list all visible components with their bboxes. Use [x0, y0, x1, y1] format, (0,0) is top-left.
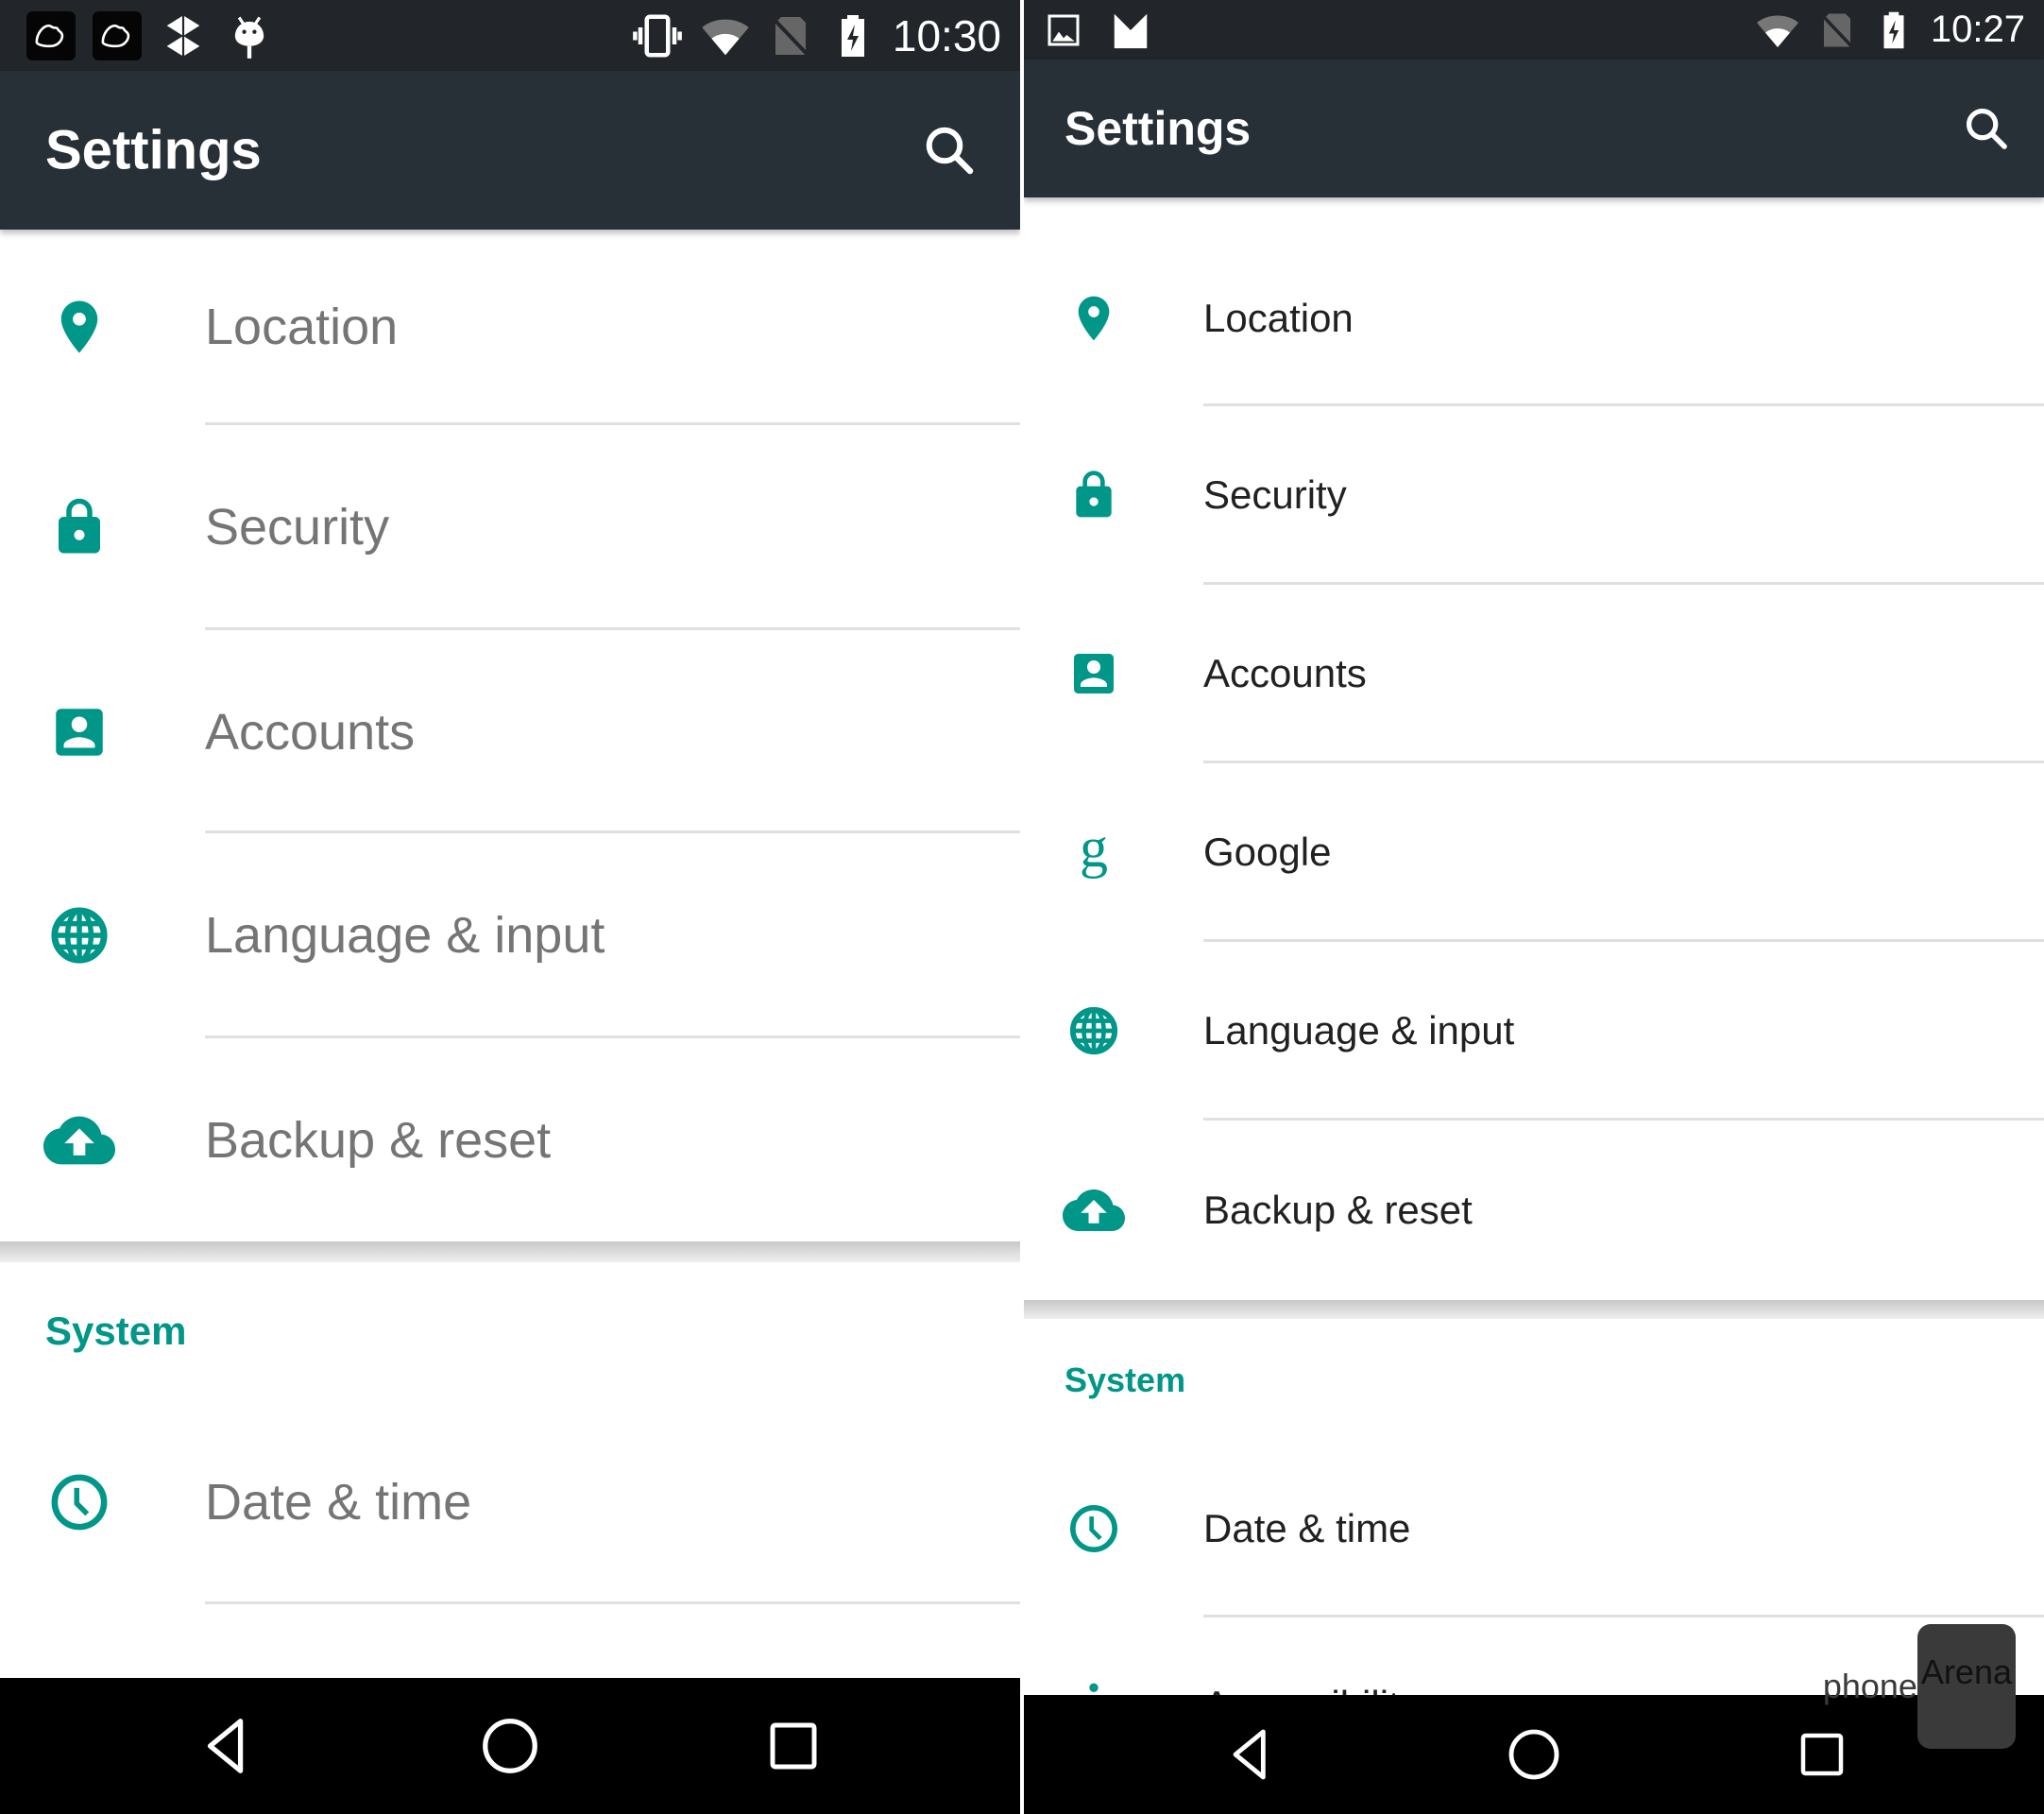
- location-pin-icon: [1067, 292, 1120, 345]
- wifi-icon: [700, 10, 751, 61]
- settings-item-language[interactable]: Language & input: [1024, 942, 2044, 1119]
- item-label: Security: [205, 498, 390, 556]
- battery-charging-icon: [1874, 9, 1914, 51]
- settings-item-backup[interactable]: Backup & reset: [0, 1038, 1020, 1241]
- cloud-upload-icon: [43, 1104, 115, 1176]
- status-bar: 10:27: [1024, 0, 2044, 60]
- page-title: Settings: [45, 119, 262, 181]
- back-icon[interactable]: [1220, 1724, 1281, 1785]
- vibrate-icon: [632, 10, 683, 61]
- settings-item-backup[interactable]: Backup & reset: [1024, 1121, 2044, 1300]
- battery-charging-icon: [830, 12, 876, 60]
- settings-item-location[interactable]: Location: [1024, 231, 2044, 404]
- lock-icon: [48, 496, 111, 558]
- settings-item-security[interactable]: Security: [0, 425, 1020, 628]
- watermark-phone: phone: [1822, 1667, 1917, 1705]
- globe-icon: [48, 904, 111, 967]
- gallery-icon: [1045, 11, 1082, 49]
- cloud-upload-icon: [1063, 1179, 1125, 1241]
- left-phone-screen: 10:30 Settings Location Security Account…: [0, 0, 1020, 1814]
- status-bar: 10:30: [0, 0, 1020, 71]
- android-debug-icon: [225, 11, 274, 60]
- section-separator: [1024, 1300, 2044, 1319]
- settings-item-accounts[interactable]: Accounts: [0, 630, 1020, 833]
- settings-item-security[interactable]: Security: [1024, 406, 2044, 583]
- home-icon[interactable]: [477, 1713, 543, 1779]
- app-bar: Settings: [0, 71, 1020, 230]
- back-icon[interactable]: [194, 1713, 260, 1779]
- search-icon[interactable]: [1962, 104, 2011, 153]
- settings-item-language[interactable]: Language & input: [0, 833, 1020, 1036]
- divider: [205, 1601, 1020, 1604]
- item-label: Accounts: [1203, 650, 1367, 695]
- cloud-app-icon: [93, 11, 142, 60]
- section-header-system: System: [1065, 1360, 1186, 1399]
- gmail-icon: [1109, 9, 1152, 52]
- item-label: Language & input: [1203, 1007, 1515, 1052]
- item-label: Location: [1203, 295, 1354, 340]
- clock-icon: [1067, 1502, 1120, 1555]
- settings-item-google[interactable]: Google: [1024, 763, 2044, 940]
- location-pin-icon: [48, 296, 111, 358]
- status-time: 10:27: [1930, 9, 2025, 50]
- item-label: Language & input: [205, 906, 605, 964]
- no-sim-icon: [1817, 10, 1857, 50]
- item-label: Date & time: [205, 1474, 472, 1531]
- item-label: Google: [1203, 829, 1332, 874]
- account-box-icon: [1067, 647, 1120, 700]
- google-g-icon: [1065, 819, 1122, 885]
- settings-item-location[interactable]: Location: [0, 230, 1020, 423]
- wifi-icon: [1755, 8, 1800, 53]
- navigation-bar: phone Arena: [1024, 1624, 2044, 1814]
- page-title: Settings: [1065, 102, 1252, 155]
- watermark-arena: Arena: [1916, 1624, 2016, 1749]
- dropbox-icon: [159, 11, 208, 60]
- item-label: Backup & reset: [205, 1111, 552, 1169]
- settings-item-date-time[interactable]: Date & time: [0, 1403, 1020, 1601]
- settings-item-date-time[interactable]: Date & time: [1024, 1441, 2044, 1616]
- phonearena-watermark: phone Arena: [1823, 1597, 2016, 1776]
- status-time: 10:30: [892, 10, 1001, 60]
- recents-icon[interactable]: [762, 1715, 825, 1777]
- item-label: Date & time: [1203, 1505, 1411, 1550]
- item-label: Location: [205, 298, 399, 355]
- item-label: Backup & reset: [1203, 1188, 1473, 1232]
- app-bar: Settings: [1024, 60, 2044, 197]
- home-icon[interactable]: [1504, 1724, 1564, 1785]
- lock-icon: [1067, 469, 1120, 522]
- section-separator: [0, 1241, 1020, 1262]
- globe-icon: [1067, 1004, 1120, 1057]
- navigation-bar: [0, 1678, 1020, 1814]
- cloud-app-icon: [26, 11, 76, 60]
- item-label: Security: [1203, 471, 1347, 517]
- section-header-system: System: [45, 1309, 187, 1353]
- settings-item-accounts[interactable]: Accounts: [1024, 585, 2044, 762]
- account-box-icon: [48, 701, 111, 763]
- search-icon[interactable]: [921, 122, 978, 179]
- no-sim-icon: [768, 13, 813, 59]
- clock-icon: [48, 1471, 111, 1533]
- item-label: Accounts: [205, 703, 416, 761]
- right-phone-screen: 10:27 Settings Location Security Account…: [1024, 0, 2044, 1814]
